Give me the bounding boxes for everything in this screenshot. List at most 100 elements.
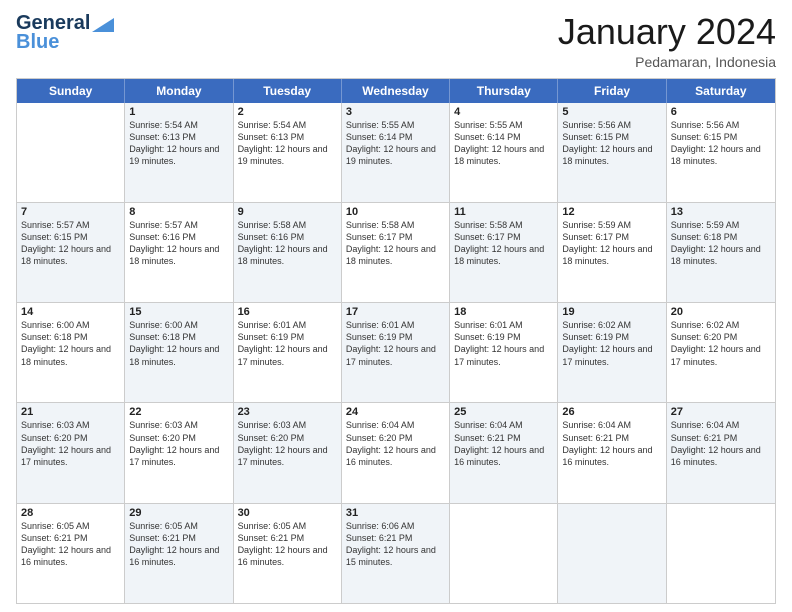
calendar-row: 21Sunrise: 6:03 AM Sunset: 6:20 PM Dayli…: [17, 402, 775, 502]
cell-info: Sunrise: 6:01 AM Sunset: 6:19 PM Dayligh…: [346, 319, 445, 368]
day-number: 7: [21, 206, 120, 218]
cell-info: Sunrise: 5:56 AM Sunset: 6:15 PM Dayligh…: [562, 119, 661, 168]
calendar-cell: 30Sunrise: 6:05 AM Sunset: 6:21 PM Dayli…: [234, 504, 342, 603]
weekday-header: Wednesday: [342, 79, 450, 103]
day-number: 24: [346, 406, 445, 418]
calendar-cell: 16Sunrise: 6:01 AM Sunset: 6:19 PM Dayli…: [234, 303, 342, 402]
day-number: 22: [129, 406, 228, 418]
day-number: 26: [562, 406, 661, 418]
cell-info: Sunrise: 5:59 AM Sunset: 6:17 PM Dayligh…: [562, 219, 661, 268]
cell-info: Sunrise: 6:01 AM Sunset: 6:19 PM Dayligh…: [238, 319, 337, 368]
cell-info: Sunrise: 5:55 AM Sunset: 6:14 PM Dayligh…: [346, 119, 445, 168]
day-number: 4: [454, 106, 553, 118]
cell-info: Sunrise: 6:00 AM Sunset: 6:18 PM Dayligh…: [129, 319, 228, 368]
day-number: 17: [346, 306, 445, 318]
calendar-cell: 7Sunrise: 5:57 AM Sunset: 6:15 PM Daylig…: [17, 203, 125, 302]
day-number: 15: [129, 306, 228, 318]
day-number: 12: [562, 206, 661, 218]
cell-info: Sunrise: 6:03 AM Sunset: 6:20 PM Dayligh…: [238, 419, 337, 468]
cell-info: Sunrise: 5:54 AM Sunset: 6:13 PM Dayligh…: [129, 119, 228, 168]
cell-info: Sunrise: 5:57 AM Sunset: 6:15 PM Dayligh…: [21, 219, 120, 268]
calendar-row: 1Sunrise: 5:54 AM Sunset: 6:13 PM Daylig…: [17, 103, 775, 202]
cell-info: Sunrise: 6:01 AM Sunset: 6:19 PM Dayligh…: [454, 319, 553, 368]
calendar-row: 7Sunrise: 5:57 AM Sunset: 6:15 PM Daylig…: [17, 202, 775, 302]
cell-info: Sunrise: 6:00 AM Sunset: 6:18 PM Dayligh…: [21, 319, 120, 368]
cell-info: Sunrise: 6:02 AM Sunset: 6:20 PM Dayligh…: [671, 319, 771, 368]
day-number: 2: [238, 106, 337, 118]
day-number: 31: [346, 507, 445, 519]
day-number: 20: [671, 306, 771, 318]
cell-info: Sunrise: 6:03 AM Sunset: 6:20 PM Dayligh…: [21, 419, 120, 468]
cell-info: Sunrise: 6:05 AM Sunset: 6:21 PM Dayligh…: [129, 520, 228, 569]
cell-info: Sunrise: 5:59 AM Sunset: 6:18 PM Dayligh…: [671, 219, 771, 268]
calendar-cell: [667, 504, 775, 603]
calendar-cell: 2Sunrise: 5:54 AM Sunset: 6:13 PM Daylig…: [234, 103, 342, 202]
calendar-header: SundayMondayTuesdayWednesdayThursdayFrid…: [17, 79, 775, 103]
day-number: 13: [671, 206, 771, 218]
day-number: 6: [671, 106, 771, 118]
day-number: 10: [346, 206, 445, 218]
cell-info: Sunrise: 6:05 AM Sunset: 6:21 PM Dayligh…: [21, 520, 120, 569]
calendar-cell: 3Sunrise: 5:55 AM Sunset: 6:14 PM Daylig…: [342, 103, 450, 202]
day-number: 14: [21, 306, 120, 318]
cell-info: Sunrise: 5:55 AM Sunset: 6:14 PM Dayligh…: [454, 119, 553, 168]
calendar-body: 1Sunrise: 5:54 AM Sunset: 6:13 PM Daylig…: [17, 103, 775, 603]
calendar-cell: 19Sunrise: 6:02 AM Sunset: 6:19 PM Dayli…: [558, 303, 666, 402]
calendar-cell: [17, 103, 125, 202]
calendar-cell: 20Sunrise: 6:02 AM Sunset: 6:20 PM Dayli…: [667, 303, 775, 402]
day-number: 3: [346, 106, 445, 118]
cell-info: Sunrise: 5:57 AM Sunset: 6:16 PM Dayligh…: [129, 219, 228, 268]
calendar-row: 14Sunrise: 6:00 AM Sunset: 6:18 PM Dayli…: [17, 302, 775, 402]
cell-info: Sunrise: 5:58 AM Sunset: 6:17 PM Dayligh…: [454, 219, 553, 268]
month-title: January 2024: [558, 12, 776, 52]
page: General Blue January 2024 Pedamaran, Ind…: [0, 0, 792, 612]
day-number: 23: [238, 406, 337, 418]
cell-info: Sunrise: 5:56 AM Sunset: 6:15 PM Dayligh…: [671, 119, 771, 168]
calendar-cell: 6Sunrise: 5:56 AM Sunset: 6:15 PM Daylig…: [667, 103, 775, 202]
day-number: 25: [454, 406, 553, 418]
header: General Blue January 2024 Pedamaran, Ind…: [16, 12, 776, 70]
day-number: 9: [238, 206, 337, 218]
calendar-cell: 13Sunrise: 5:59 AM Sunset: 6:18 PM Dayli…: [667, 203, 775, 302]
calendar-cell: [450, 504, 558, 603]
calendar-cell: 25Sunrise: 6:04 AM Sunset: 6:21 PM Dayli…: [450, 403, 558, 502]
calendar: SundayMondayTuesdayWednesdayThursdayFrid…: [16, 78, 776, 604]
logo-icon: [92, 18, 114, 32]
cell-info: Sunrise: 6:02 AM Sunset: 6:19 PM Dayligh…: [562, 319, 661, 368]
calendar-cell: 14Sunrise: 6:00 AM Sunset: 6:18 PM Dayli…: [17, 303, 125, 402]
calendar-cell: 28Sunrise: 6:05 AM Sunset: 6:21 PM Dayli…: [17, 504, 125, 603]
day-number: 8: [129, 206, 228, 218]
day-number: 5: [562, 106, 661, 118]
day-number: 29: [129, 507, 228, 519]
calendar-cell: 26Sunrise: 6:04 AM Sunset: 6:21 PM Dayli…: [558, 403, 666, 502]
cell-info: Sunrise: 6:03 AM Sunset: 6:20 PM Dayligh…: [129, 419, 228, 468]
day-number: 19: [562, 306, 661, 318]
calendar-cell: 18Sunrise: 6:01 AM Sunset: 6:19 PM Dayli…: [450, 303, 558, 402]
logo-blue: Blue: [16, 31, 59, 54]
calendar-cell: 22Sunrise: 6:03 AM Sunset: 6:20 PM Dayli…: [125, 403, 233, 502]
calendar-cell: 11Sunrise: 5:58 AM Sunset: 6:17 PM Dayli…: [450, 203, 558, 302]
day-number: 16: [238, 306, 337, 318]
weekday-header: Friday: [558, 79, 666, 103]
calendar-cell: [558, 504, 666, 603]
calendar-cell: 31Sunrise: 6:06 AM Sunset: 6:21 PM Dayli…: [342, 504, 450, 603]
cell-info: Sunrise: 6:05 AM Sunset: 6:21 PM Dayligh…: [238, 520, 337, 569]
calendar-cell: 1Sunrise: 5:54 AM Sunset: 6:13 PM Daylig…: [125, 103, 233, 202]
location: Pedamaran, Indonesia: [558, 54, 776, 70]
day-number: 21: [21, 406, 120, 418]
cell-info: Sunrise: 5:58 AM Sunset: 6:17 PM Dayligh…: [346, 219, 445, 268]
day-number: 27: [671, 406, 771, 418]
calendar-cell: 21Sunrise: 6:03 AM Sunset: 6:20 PM Dayli…: [17, 403, 125, 502]
calendar-cell: 5Sunrise: 5:56 AM Sunset: 6:15 PM Daylig…: [558, 103, 666, 202]
calendar-cell: 24Sunrise: 6:04 AM Sunset: 6:20 PM Dayli…: [342, 403, 450, 502]
weekday-header: Monday: [125, 79, 233, 103]
calendar-cell: 17Sunrise: 6:01 AM Sunset: 6:19 PM Dayli…: [342, 303, 450, 402]
cell-info: Sunrise: 6:04 AM Sunset: 6:20 PM Dayligh…: [346, 419, 445, 468]
day-number: 18: [454, 306, 553, 318]
calendar-cell: 29Sunrise: 6:05 AM Sunset: 6:21 PM Dayli…: [125, 504, 233, 603]
calendar-cell: 10Sunrise: 5:58 AM Sunset: 6:17 PM Dayli…: [342, 203, 450, 302]
weekday-header: Sunday: [17, 79, 125, 103]
calendar-row: 28Sunrise: 6:05 AM Sunset: 6:21 PM Dayli…: [17, 503, 775, 603]
calendar-cell: 15Sunrise: 6:00 AM Sunset: 6:18 PM Dayli…: [125, 303, 233, 402]
day-number: 11: [454, 206, 553, 218]
